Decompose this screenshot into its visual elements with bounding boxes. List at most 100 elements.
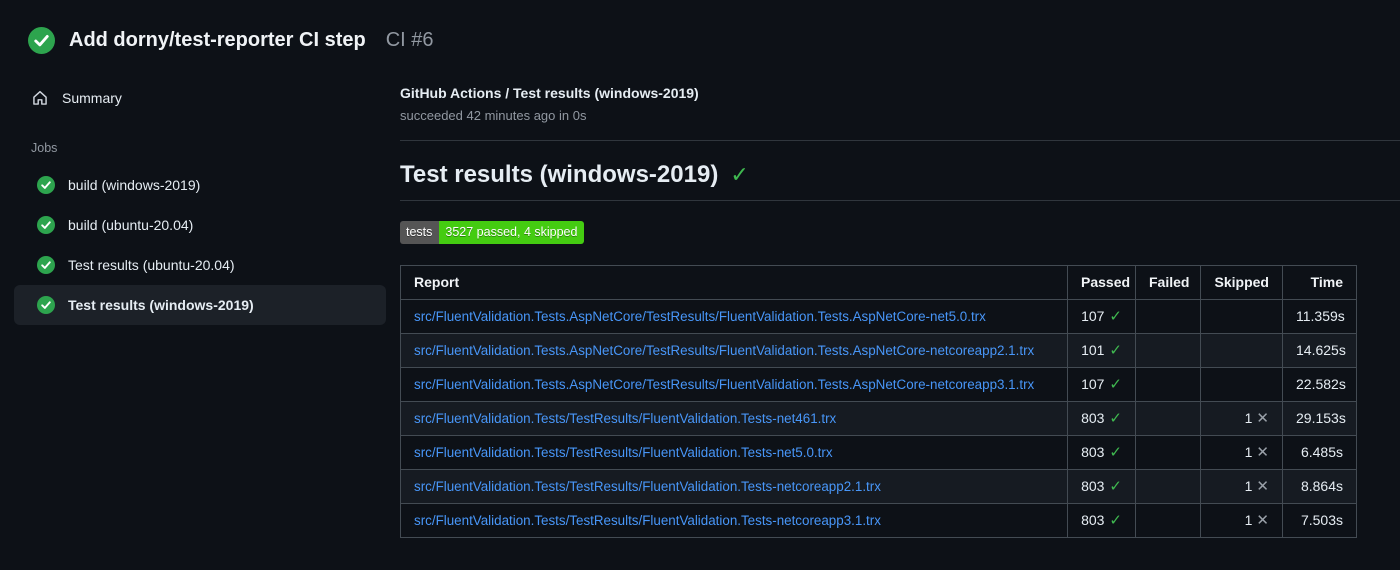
report-link[interactable]: src/FluentValidation.Tests/TestResults/F… — [414, 479, 881, 494]
failed-cell — [1135, 400, 1201, 436]
job-breadcrumb: GitHub Actions / Test results (windows-2… — [400, 85, 699, 101]
sidebar-job-item[interactable]: build (windows-2019) — [14, 165, 386, 205]
main-content: GitHub Actions / Test results (windows-2… — [400, 73, 1400, 538]
passed-cell: 101 ✓ — [1067, 332, 1136, 368]
heading-check-icon: ✓ — [730, 162, 749, 187]
cell-value: 101 — [1081, 342, 1105, 358]
skipped-cell — [1200, 366, 1283, 402]
passed-cell: 803 ✓ — [1067, 502, 1136, 538]
report-cell: src/FluentValidation.Tests.AspNetCore/Te… — [400, 298, 1068, 334]
tests-badge-value: 3527 passed, 4 skipped — [439, 221, 585, 244]
pass-check-icon: ✓ — [1109, 342, 1122, 359]
skipped-cell: 1 ✕ — [1200, 502, 1283, 538]
job-label: Test results (windows-2019) — [68, 297, 254, 313]
cell-value: 1 — [1244, 444, 1253, 460]
report-link[interactable]: src/FluentValidation.Tests/TestResults/F… — [414, 445, 833, 460]
skipped-cell — [1200, 298, 1283, 334]
table-body: src/FluentValidation.Tests.AspNetCore/Te… — [400, 298, 1357, 538]
failed-cell — [1135, 502, 1201, 538]
passed-cell: 107 ✓ — [1067, 298, 1136, 334]
pass-check-icon: ✓ — [1109, 512, 1122, 529]
time-cell: 14.625s — [1282, 332, 1357, 368]
tests-badge-label: tests — [400, 221, 440, 244]
table-row: src/FluentValidation.Tests.AspNetCore/Te… — [400, 332, 1357, 368]
sidebar-item-summary[interactable]: Summary — [0, 79, 400, 117]
sidebar-summary-label: Summary — [62, 90, 122, 106]
job-success-check-icon — [37, 296, 55, 314]
report-cell: src/FluentValidation.Tests/TestResults/F… — [400, 502, 1068, 538]
cell-value: 6.485s — [1300, 444, 1343, 460]
column-header-passed: Passed — [1067, 264, 1136, 300]
skipped-x-icon: ✕ — [1256, 410, 1269, 427]
column-header-failed: Failed — [1135, 264, 1201, 300]
skipped-x-icon: ✕ — [1256, 512, 1269, 529]
table-row: src/FluentValidation.Tests/TestResults/F… — [400, 434, 1357, 470]
cell-value: 107 — [1081, 376, 1105, 392]
job-label: build (windows-2019) — [68, 177, 201, 193]
time-cell: 7.503s — [1282, 502, 1357, 538]
time-cell: 8.864s — [1282, 468, 1357, 504]
cell-value: 22.582s — [1296, 376, 1346, 392]
skipped-cell — [1200, 332, 1283, 368]
run-number: CI #6 — [385, 29, 434, 51]
pass-check-icon: ✓ — [1109, 308, 1122, 325]
failed-cell — [1135, 332, 1201, 368]
job-status-line: succeeded 42 minutes ago in 0s — [400, 108, 587, 123]
jobs-list: build (windows-2019) build (ubuntu-20.04)… — [0, 165, 400, 325]
divider — [400, 200, 1400, 201]
report-link[interactable]: src/FluentValidation.Tests.AspNetCore/Te… — [414, 377, 1034, 392]
passed-cell: 803 ✓ — [1067, 400, 1136, 436]
skipped-x-icon: ✕ — [1256, 478, 1269, 495]
pass-check-icon: ✓ — [1109, 410, 1122, 427]
run-status-check-circle-icon — [28, 27, 55, 54]
skipped-cell: 1 ✕ — [1200, 468, 1283, 504]
report-cell: src/FluentValidation.Tests/TestResults/F… — [400, 468, 1068, 504]
time-cell: 6.485s — [1282, 434, 1357, 470]
sidebar-job-item[interactable]: Test results (windows-2019) — [14, 285, 386, 325]
run-header: Add dorny/test-reporter CI step CI #6 — [0, 0, 1400, 73]
job-success-check-icon — [37, 216, 55, 234]
column-header-report: Report — [400, 264, 1068, 300]
report-link[interactable]: src/FluentValidation.Tests.AspNetCore/Te… — [414, 343, 1034, 358]
passed-cell: 803 ✓ — [1067, 468, 1136, 504]
sidebar-job-item[interactable]: Test results (ubuntu-20.04) — [14, 245, 386, 285]
test-results-table: Report Passed Failed Skipped Time src/Fluent… — [400, 264, 1357, 538]
cell-value: 803 — [1081, 410, 1105, 426]
pass-check-icon: ✓ — [1109, 376, 1122, 393]
cell-value: 1 — [1244, 512, 1253, 528]
job-label: Test results (ubuntu-20.04) — [68, 257, 235, 273]
report-cell: src/FluentValidation.Tests.AspNetCore/Te… — [400, 366, 1068, 402]
column-header-time: Time — [1282, 264, 1357, 300]
pass-check-icon: ✓ — [1109, 478, 1122, 495]
report-link[interactable]: src/FluentValidation.Tests/TestResults/F… — [414, 513, 881, 528]
report-link[interactable]: src/FluentValidation.Tests/TestResults/F… — [414, 411, 836, 426]
cell-value: 107 — [1081, 308, 1105, 324]
table-row: src/FluentValidation.Tests/TestResults/F… — [400, 400, 1357, 436]
passed-cell: 107 ✓ — [1067, 366, 1136, 402]
job-success-check-icon — [37, 256, 55, 274]
cell-value: 14.625s — [1296, 342, 1346, 358]
sidebar: Summary Jobs build (windows-2019) build (… — [0, 73, 400, 325]
time-cell: 22.582s — [1282, 366, 1357, 402]
cell-value: 1 — [1244, 410, 1253, 426]
time-cell: 29.153s — [1282, 400, 1357, 436]
column-header-skipped: Skipped — [1200, 264, 1283, 300]
sidebar-job-item[interactable]: build (ubuntu-20.04) — [14, 205, 386, 245]
passed-cell: 803 ✓ — [1067, 434, 1136, 470]
jobs-section-label: Jobs — [31, 141, 58, 155]
skipped-x-icon: ✕ — [1256, 444, 1269, 461]
tests-badge: tests 3527 passed, 4 skipped — [400, 221, 585, 244]
cell-value: 8.864s — [1300, 478, 1343, 494]
cell-value: 11.359s — [1296, 308, 1345, 324]
skipped-cell: 1 ✕ — [1200, 434, 1283, 470]
skipped-cell: 1 ✕ — [1200, 400, 1283, 436]
table-row: src/FluentValidation.Tests.AspNetCore/Te… — [400, 366, 1357, 402]
run-title: Add dorny/test-reporter CI step — [69, 29, 366, 51]
cell-value: 803 — [1081, 478, 1105, 494]
table-header-row: Report Passed Failed Skipped Time — [400, 264, 1357, 300]
failed-cell — [1135, 298, 1201, 334]
table-row: src/FluentValidation.Tests.AspNetCore/Te… — [400, 298, 1357, 334]
divider — [400, 140, 1400, 141]
report-link[interactable]: src/FluentValidation.Tests.AspNetCore/Te… — [414, 309, 986, 324]
cell-value: 1 — [1244, 478, 1253, 494]
